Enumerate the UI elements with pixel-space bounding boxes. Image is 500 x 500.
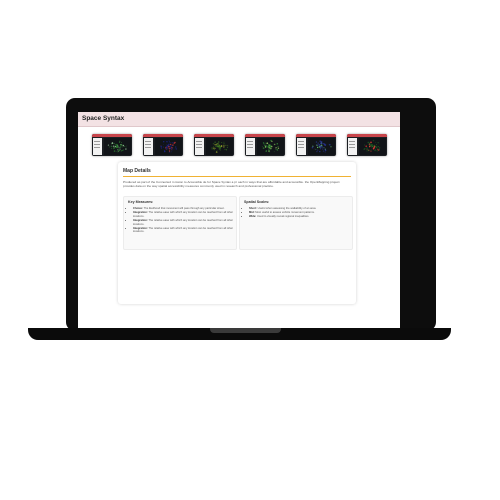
thumbnail-side-panel — [144, 138, 153, 155]
key-measures-box: Key Measures: Choice: The likelihood tha… — [123, 196, 237, 250]
map-thumbnail-2[interactable] — [143, 134, 183, 156]
app-header: Space Syntax — [78, 112, 400, 127]
thumbnail-side-panel — [297, 138, 306, 155]
thumbnail-header-bar — [347, 134, 387, 137]
list-item: Wide: Used to visually reveal regional i… — [249, 215, 353, 219]
thumbnail-side-panel — [195, 138, 204, 155]
map-preview-3 — [206, 138, 233, 155]
map-thumbnail-5[interactable] — [296, 134, 336, 156]
measure-description: The likelihood that movement will pass t… — [143, 207, 225, 210]
key-measures-title: Key Measures: — [128, 200, 154, 204]
measure-description: The relative ease with which any locatio… — [133, 211, 234, 218]
thumbnail-header-bar — [296, 134, 336, 137]
list-item: Integration: The relative ease with whic… — [133, 211, 237, 218]
map-details-card: Map Details Produced as part of the Conn… — [118, 162, 356, 304]
laptop-notch — [210, 328, 281, 333]
scale-description: Most useful to assess vehicle movement p… — [255, 211, 315, 215]
spatial-scales-title: Spatial Scales: — [244, 200, 270, 204]
scale-term: Wide: — [249, 215, 257, 219]
key-measures-list: Choice: The likelihood that movement wil… — [128, 207, 237, 235]
map-thumbnail-4[interactable] — [245, 134, 285, 156]
scale-term: Short: — [249, 207, 257, 210]
app-title: Space Syntax — [82, 115, 125, 122]
thumbnail-header-bar — [143, 134, 183, 137]
title-divider — [123, 176, 351, 177]
spatial-scales-list: Short: Useful when assessing the walkabi… — [244, 207, 353, 220]
list-item: Integration: The relative ease with whic… — [133, 227, 237, 234]
thumbnail-header-bar — [194, 134, 234, 137]
map-thumbnail-1[interactable] — [92, 134, 132, 156]
measure-description: The relative ease with which any locatio… — [133, 218, 234, 226]
measure-term: Choice: — [133, 207, 143, 210]
thumbnail-header-bar — [245, 134, 285, 137]
map-details-description: Produced as part of the Connected m issi… — [123, 180, 340, 189]
map-preview-4 — [257, 138, 284, 155]
map-thumbnail-strip — [92, 134, 388, 156]
scale-term: Mid: — [249, 211, 255, 215]
scale-description: Useful when assessing the walkability of… — [257, 207, 317, 210]
map-thumbnail-6[interactable] — [347, 134, 387, 156]
measure-term: Integration: — [133, 211, 148, 215]
map-preview-6 — [359, 138, 386, 155]
thumbnail-header-bar — [92, 134, 132, 137]
spatial-scales-box: Spatial Scales: Short: Useful when asses… — [239, 196, 353, 250]
thumbnail-side-panel — [348, 138, 357, 155]
measure-term: Integration: — [133, 218, 148, 222]
map-preview-2 — [155, 138, 182, 155]
laptop-screen: Space Syntax Map Details Produced as par… — [78, 112, 400, 328]
map-preview-5 — [308, 138, 335, 155]
map-details-title: Map Details — [123, 168, 151, 174]
measure-description: The relative ease with which any locatio… — [133, 226, 234, 234]
thumbnail-side-panel — [246, 138, 255, 155]
map-preview-1 — [104, 138, 131, 155]
scale-description: Used to visually reveal regional inequal… — [257, 215, 310, 219]
list-item: Integration: The relative ease with whic… — [133, 219, 237, 226]
map-thumbnail-3[interactable] — [194, 134, 234, 156]
thumbnail-side-panel — [93, 138, 102, 155]
